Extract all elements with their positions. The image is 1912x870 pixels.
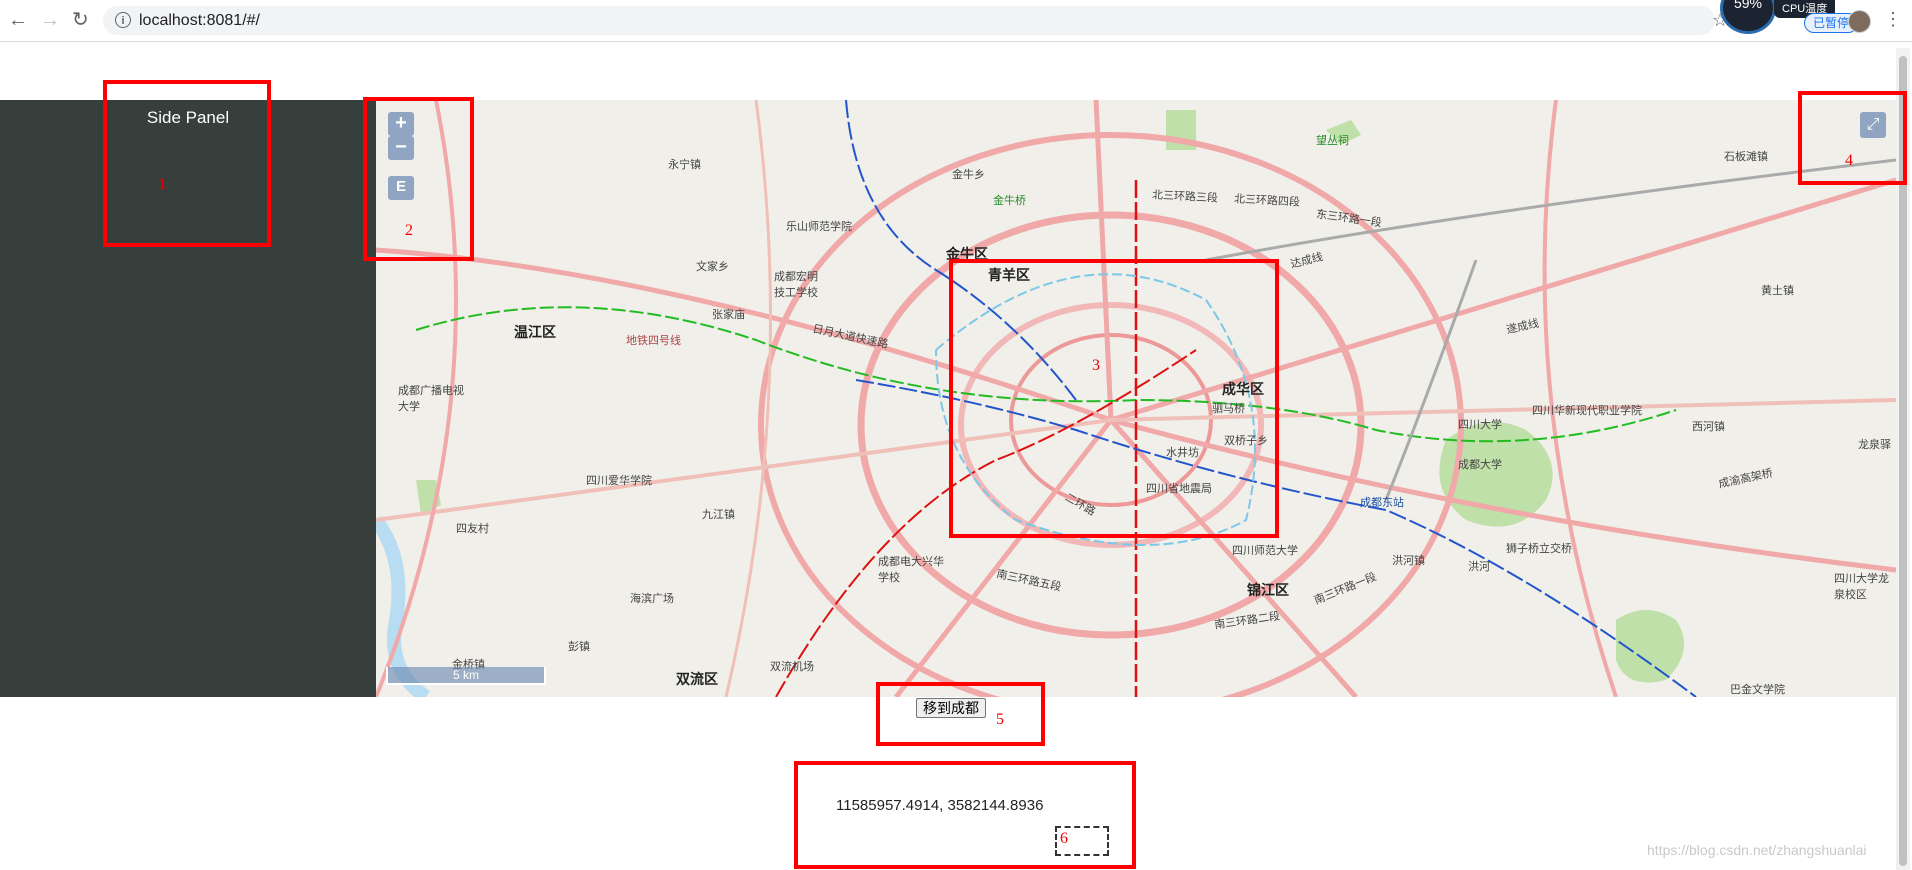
- place-label: 成都东站: [1360, 497, 1404, 509]
- place-label: 乐山师范学院: [786, 221, 852, 233]
- annotation-number: 4: [1845, 152, 1853, 169]
- watermark-text: https://blog.csdn.net/zhangshuanlai: [1647, 842, 1867, 858]
- place-label: 狮子桥立交桥: [1506, 543, 1572, 555]
- forward-arrow-icon[interactable]: →: [40, 10, 60, 30]
- place-label: 洪河镇: [1392, 555, 1425, 567]
- place-label: 四川师范大学: [1232, 545, 1298, 557]
- annotation-box: [876, 682, 1045, 746]
- place-label: 双流机场: [770, 661, 814, 673]
- place-label: 金牛乡: [952, 169, 985, 181]
- profile-avatar[interactable]: [1848, 10, 1871, 33]
- district-label: 双流区: [676, 671, 718, 687]
- annotation-box: [363, 97, 474, 261]
- scale-line: 5 km: [386, 667, 546, 685]
- place-label: 彭镇: [568, 641, 590, 653]
- place-label: 张家庙: [712, 309, 745, 321]
- address-bar[interactable]: i localhost:8081/#/: [103, 6, 1715, 35]
- place-label: 洪河: [1468, 561, 1490, 573]
- annotation-number: 5: [996, 711, 1004, 728]
- annotation-number: 3: [1092, 357, 1100, 374]
- place-label: 巴金文学院: [1730, 684, 1785, 696]
- place-label: 金牛桥: [993, 195, 1026, 207]
- place-label: 四川大学龙泉校区: [1834, 573, 1889, 601]
- place-label: 永宁镇: [668, 159, 701, 171]
- road-label: 北三环路三段: [1151, 189, 1219, 205]
- place-label: 西河镇: [1692, 421, 1725, 433]
- annotation-box: [949, 259, 1279, 538]
- place-label: 四川大学: [1458, 419, 1502, 431]
- annotation-number: 1: [158, 176, 166, 193]
- road-label: 北三环路四段: [1233, 193, 1301, 209]
- cpu-usage-gauge: 59%: [1720, 0, 1776, 34]
- back-arrow-icon[interactable]: ←: [8, 10, 28, 30]
- annotation-number: 2: [405, 222, 413, 239]
- place-label: 成都大学: [1458, 459, 1502, 471]
- district-label: 锦江区: [1247, 582, 1289, 598]
- place-label: 四川华新现代职业学院: [1532, 405, 1642, 417]
- place-label: 文家乡: [696, 261, 729, 273]
- annotation-box: [794, 761, 1136, 869]
- annotation-box: [103, 80, 271, 247]
- reload-icon[interactable]: ↻: [72, 10, 89, 30]
- annotation-box: [1798, 91, 1907, 185]
- place-label: 望丛祠: [1316, 135, 1349, 147]
- browser-menu-icon[interactable]: ⋮: [1884, 9, 1902, 30]
- browser-toolbar: ← → ↻ i localhost:8081/#/ ☆ 59% CPU温度 已暂…: [0, 0, 1912, 42]
- place-label: 四川爱华学院: [586, 475, 652, 487]
- url-text[interactable]: localhost:8081/#/: [139, 12, 260, 30]
- metro-label: 地铁四号线: [626, 335, 681, 347]
- place-label: 石板滩镇: [1724, 151, 1768, 163]
- place-label: 成都广播电视大学: [398, 385, 464, 413]
- place-label: 四友村: [456, 523, 489, 535]
- info-icon[interactable]: i: [115, 12, 131, 28]
- place-label: 海滨广场: [630, 593, 674, 605]
- place-label: 龙泉驿: [1858, 439, 1891, 451]
- place-label: 成都电大兴华学校: [878, 556, 944, 584]
- annotation-number: 6: [1060, 830, 1068, 847]
- place-label: 黄土镇: [1761, 285, 1794, 297]
- place-label: 九江镇: [702, 509, 735, 521]
- place-label: 成都宏明技工学校: [774, 271, 818, 299]
- district-label: 温江区: [514, 324, 556, 340]
